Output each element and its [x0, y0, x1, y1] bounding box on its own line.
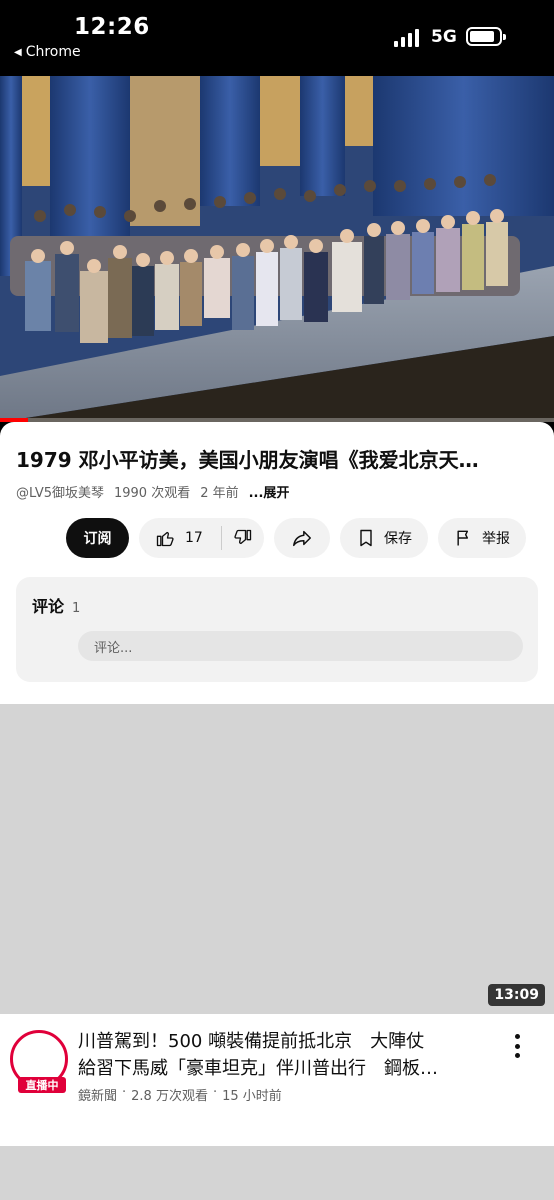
next-video-title-line-2: 給習下馬威「豪車坦克」伴川普出行 鋼板…	[78, 1058, 438, 1079]
flag-icon	[457, 530, 469, 546]
report-button[interactable]: 举报	[438, 518, 526, 558]
video-duration-badge: 13:09	[488, 984, 545, 1006]
report-label: 举报	[482, 531, 510, 547]
video-player[interactable]	[0, 76, 554, 422]
back-triangle-icon: ◀	[14, 46, 22, 58]
next-video-thumbnail[interactable]: 13:09	[0, 704, 554, 1014]
cellular-signal-icon	[394, 29, 422, 47]
meta-separator: ·	[122, 1085, 127, 1100]
thumbs-up-icon	[156, 531, 174, 547]
like-count: 17	[185, 530, 203, 546]
comments-header: 评论 1	[32, 593, 80, 617]
next-video-title-line-1: 川普駕到！500 噸裝備提前抵北京 大陣仗	[78, 1031, 425, 1052]
network-type: 5G	[431, 27, 457, 47]
live-badge: 直播中	[18, 1077, 66, 1093]
next-thumbnail-partial[interactable]	[0, 1146, 554, 1200]
clock: 12:26	[74, 14, 150, 40]
channel-avatar[interactable]: 直播中	[10, 1030, 68, 1093]
like-dislike-group: 17	[139, 518, 264, 558]
expand-description-button[interactable]: ...展开	[249, 482, 290, 501]
like-button[interactable]: 17	[139, 518, 221, 558]
next-video-meta: 鏡新聞 · 2.8 万次观看 · 15 小时前	[78, 1085, 282, 1104]
share-arrow-icon	[293, 530, 311, 547]
channel-handle[interactable]: @LV5御坂美琴	[16, 482, 104, 501]
video-title[interactable]: 1979 邓小平访美，美国小朋友演唱《我爱北京天…	[16, 444, 536, 473]
comments-panel[interactable]: 评论 1 评论...	[16, 577, 538, 682]
more-options-icon[interactable]	[508, 1034, 526, 1058]
dislike-button[interactable]	[222, 518, 264, 558]
meta-separator: ·	[212, 1085, 218, 1100]
next-view-count: 2.8 万次观看	[131, 1089, 208, 1104]
battery-icon	[466, 27, 506, 46]
comment-input[interactable]: 评论...	[78, 631, 523, 661]
thumbs-down-icon	[234, 529, 252, 545]
subscribe-button[interactable]: 订阅	[66, 518, 129, 558]
bookmark-icon	[360, 529, 372, 547]
status-bar: 12:26 ◀ Chrome 5G	[0, 0, 554, 76]
action-bar: 订阅 17 保存 举报	[66, 518, 526, 558]
next-video-details: 直播中 川普駕到！500 噸裝備提前抵北京 大陣仗 給習下馬威「豪車坦克」伴川普…	[0, 1014, 554, 1146]
view-count: 1990 次观看	[113, 486, 191, 501]
video-meta: @LV5御坂美琴 1990 次观看 2 年前 ...展开	[16, 482, 289, 501]
back-app-label: Chrome	[25, 44, 81, 60]
share-button[interactable]	[274, 518, 330, 558]
next-channel-name: 鏡新聞	[78, 1089, 118, 1104]
comments-count: 1	[72, 601, 81, 616]
comments-label: 评论	[32, 597, 65, 616]
video-info-panel: 1979 邓小平访美，美国小朋友演唱《我爱北京天… @LV5御坂美琴 1990 …	[0, 422, 554, 704]
next-upload-age: 15 小时前	[222, 1089, 282, 1104]
next-video-title[interactable]: 川普駕到！500 噸裝備提前抵北京 大陣仗 給習下馬威「豪車坦克」伴川普出行 鋼…	[78, 1028, 488, 1082]
save-button[interactable]: 保存	[340, 518, 428, 558]
back-to-app-button[interactable]: ◀ Chrome	[14, 44, 81, 60]
save-label: 保存	[384, 531, 412, 547]
video-frame-image	[0, 76, 554, 422]
upload-age: 2 年前	[200, 486, 239, 501]
